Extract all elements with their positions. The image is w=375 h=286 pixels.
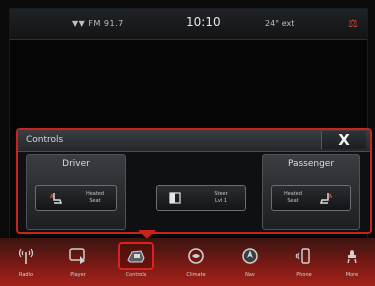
controls-panel: Controls X Driver Heated Seat Steer Lvl … bbox=[16, 128, 372, 234]
passenger-section: Passenger Heated Seat bbox=[262, 154, 360, 230]
heated-seat-icon bbox=[50, 193, 63, 204]
center-button-label-line1: Steer bbox=[214, 191, 228, 197]
close-icon: X bbox=[338, 130, 350, 149]
nav-label-nav: Nav bbox=[245, 272, 255, 278]
nav-item-phone[interactable]: Phone bbox=[282, 242, 326, 284]
phone-icon bbox=[295, 248, 310, 264]
radio-icon bbox=[18, 248, 34, 264]
steering-wheel-heat-button[interactable]: Steer Lvl 1 bbox=[156, 185, 246, 211]
passenger-button-label: Heated Seat bbox=[278, 191, 308, 205]
driver-heated-seat-button[interactable]: Heated Seat bbox=[35, 185, 117, 211]
nav-item-climate[interactable]: Climate bbox=[174, 242, 218, 284]
notification-icon[interactable]: ⚖ bbox=[348, 17, 358, 30]
driver-button-label-line1: Heated bbox=[85, 191, 105, 197]
passenger-button-label-line1: Heated bbox=[283, 191, 303, 197]
nav-label-player: Player bbox=[70, 272, 86, 278]
driver-section: Driver Heated Seat bbox=[26, 154, 126, 230]
center-button-label: Steer Lvl 1 bbox=[201, 191, 241, 205]
passenger-button-label-line2: Seat bbox=[287, 198, 299, 204]
radio-station-readout: ▼▼ FM 91.7 bbox=[72, 19, 124, 28]
panel-header: Controls X bbox=[18, 130, 370, 152]
passenger-header: Passenger bbox=[287, 159, 335, 169]
more-icon bbox=[347, 250, 357, 264]
nav-label-radio: Radio bbox=[18, 272, 34, 278]
nav-item-radio[interactable]: Radio bbox=[4, 242, 48, 284]
heated-seat-icon bbox=[319, 193, 332, 204]
nav-icon bbox=[242, 248, 258, 264]
nav-label-more: More bbox=[345, 272, 359, 278]
passenger-heated-seat-button[interactable]: Heated Seat bbox=[271, 185, 351, 211]
main-content-area bbox=[10, 40, 367, 138]
controls-icon bbox=[127, 250, 145, 263]
player-icon bbox=[69, 248, 85, 264]
bottom-nav-bar: Radio Player Controls Climate Nav Phone … bbox=[0, 238, 375, 286]
driver-button-label: Heated Seat bbox=[78, 191, 112, 205]
nav-label-controls: Controls bbox=[125, 272, 147, 278]
status-bar: ▼▼ FM 91.7 10:10 24° ext ⚖ bbox=[10, 9, 367, 40]
heated-steering-wheel-icon bbox=[169, 192, 181, 204]
nav-label-phone: Phone bbox=[296, 272, 312, 278]
center-button-label-line2: Lvl 1 bbox=[215, 198, 227, 204]
nav-label-climate: Climate bbox=[186, 272, 206, 278]
nav-item-controls[interactable]: Controls bbox=[114, 242, 158, 284]
nav-item-more[interactable]: More bbox=[330, 242, 374, 284]
panel-title: Controls bbox=[26, 135, 64, 145]
driver-button-label-line2: Seat bbox=[89, 198, 101, 204]
nav-item-nav[interactable]: Nav bbox=[228, 242, 272, 284]
climate-icon bbox=[188, 248, 204, 264]
nav-item-player[interactable]: Player bbox=[56, 242, 100, 284]
driver-header: Driver bbox=[62, 159, 90, 169]
close-button[interactable]: X bbox=[321, 131, 366, 149]
temperature-readout: 24° ext bbox=[265, 19, 295, 28]
clock: 10:10 bbox=[186, 15, 221, 29]
